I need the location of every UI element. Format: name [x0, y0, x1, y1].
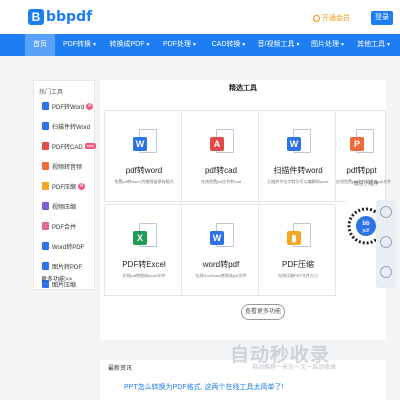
tool-name: PDF压缩: [282, 260, 314, 269]
sidebar-item-image-to-pdf[interactable]: 图片转PDF: [42, 259, 82, 273]
ppt-doc-icon: P: [350, 129, 376, 159]
compress-icon: [42, 182, 49, 190]
news-title: 最新资讯: [108, 366, 133, 372]
logo-text: bbpdf: [46, 9, 93, 25]
vip-label: 开通会员: [322, 15, 350, 22]
view-more-button[interactable]: 查看更多功能: [241, 304, 285, 320]
hot-tools-sidebar: 热门工具 PDF转Word A 扫描件转Word PDF转CAD new 视频转音频…: [33, 80, 97, 290]
tool-card-word-to-pdf[interactable]: W word转pdf 在线Doc/Docx转换成pdf文件: [181, 204, 259, 296]
hot-badge: A: [78, 182, 86, 190]
tool-name: pdf转word: [125, 166, 163, 175]
scan-icon: [42, 122, 49, 130]
tool-desc: 在线pdf转换成excel文件: [122, 273, 166, 278]
nav-item-pdf-process[interactable]: PDF处理▼: [155, 34, 205, 56]
nav-item-image[interactable]: 图片处理▼: [305, 34, 351, 56]
location-icon: [313, 14, 320, 22]
site-logo[interactable]: B bbpdf: [28, 8, 92, 26]
cad-icon: [42, 142, 49, 150]
nav-item-to-pdf[interactable]: 转换成PDF▼: [105, 34, 155, 56]
login-button[interactable]: 登录: [371, 11, 393, 25]
more-features-link[interactable]: 更多功能>>: [41, 274, 72, 283]
tool-name: pdf转cad: [204, 166, 238, 175]
merge-icon: [42, 222, 49, 230]
tool-card-pdf-to-word[interactable]: W pdf转word 免费pdf转word,完美保留原有格式: [104, 110, 182, 202]
tool-name: 扫描件转word: [273, 166, 323, 175]
word-icon: [42, 102, 49, 110]
nav-item-other[interactable]: 其他工具▼: [351, 34, 397, 56]
sidebar-item-word-to-pdf[interactable]: Word转PDF: [42, 239, 84, 253]
featured-tools-panel: 精选工具 W pdf转word 免费pdf转word,完美保留原有格式 A pd…: [100, 80, 391, 340]
tool-name: pdf转ppt: [346, 166, 377, 175]
sidebar-item-video-to-audio[interactable]: 视频转音频: [42, 159, 82, 173]
sidebar-item-pdf-to-cad[interactable]: PDF转CAD new: [42, 139, 97, 153]
nav-item-cad[interactable]: CAD转换▼: [205, 34, 253, 56]
service-icon[interactable]: [380, 206, 392, 218]
tool-name: word转pdf: [202, 260, 240, 269]
svg-text:bb: bb: [362, 221, 370, 227]
tool-card-scan-to-word[interactable]: W 扫描件转word 扫描件中文字转为可以编辑的word: [258, 110, 336, 202]
vip-link[interactable]: 开通会员: [313, 13, 350, 23]
tool-card-pdf-to-excel[interactable]: X PDF转Excel 在线pdf转换成excel文件: [104, 204, 182, 296]
tool-desc: 免费pdf转word,完美保留原有格式: [114, 179, 174, 184]
word-doc-icon: W: [210, 223, 236, 253]
sidebar-item-scan-to-word[interactable]: 扫描件转Word: [42, 119, 90, 133]
video-icon: [42, 202, 49, 210]
audio-icon: [42, 162, 49, 170]
svg-text:pdf: pdf: [363, 228, 371, 234]
nav-item-av-tools[interactable]: 音/视频工具▼: [253, 34, 305, 56]
new-badge: new: [84, 143, 97, 149]
scan-doc-icon: W: [287, 129, 313, 159]
word-doc-icon: W: [133, 129, 159, 159]
main-nav: 首页 PDF转换▼ 转换成PDF▼ PDF处理▼ CAD转换▼ 音/视频工具▼ …: [0, 34, 400, 56]
qr-label: 微信小程序: [353, 181, 379, 187]
tool-desc: 在线Doc/Docx转换成pdf文件: [195, 273, 247, 278]
word-icon: [42, 242, 49, 250]
floating-toolbar: [376, 200, 396, 288]
cad-doc-icon: A: [210, 129, 236, 159]
hot-badge: A: [86, 102, 94, 110]
zip-doc-icon: ▮: [287, 223, 313, 253]
sidebar-item-pdf-to-word[interactable]: PDF转Word A: [42, 99, 94, 113]
top-header: B bbpdf 开通会员 登录: [0, 0, 400, 34]
sidebar-item-pdf-merge[interactable]: PDF合并: [42, 219, 76, 233]
nav-item-home[interactable]: 首页: [25, 34, 55, 56]
excel-doc-icon: X: [133, 223, 159, 253]
section-title: 精选工具: [229, 85, 257, 92]
tool-name: PDF转Excel: [122, 260, 166, 269]
tool-desc: 在线免费pdf文件转cad: [200, 179, 241, 184]
tool-card-pdf-compress[interactable]: ▮ PDF压缩 在线压缩PDF文件大小: [258, 204, 336, 296]
top-icon[interactable]: [380, 266, 392, 278]
image-icon: [42, 262, 49, 270]
sidebar-item-pdf-compress[interactable]: PDF压缩 A: [42, 179, 86, 193]
news-item[interactable]: PPT怎么转换为PDF格式, 这两个在线工具太简单了!: [124, 382, 283, 392]
sidebar-item-video-compress[interactable]: 视频压缩: [42, 199, 76, 213]
tool-desc: 扫描件中文字转为可以编辑的word: [267, 179, 329, 184]
sidebar-title: 热门工具: [39, 90, 64, 96]
logo-badge: B: [28, 9, 44, 25]
tool-desc: 在线压缩PDF文件大小: [278, 273, 318, 278]
feedback-icon[interactable]: [380, 236, 392, 248]
watermark-subtext: 自动推荐一来访一次一自动收录: [252, 365, 337, 371]
tool-card-pdf-to-cad[interactable]: A pdf转cad 在线免费pdf文件转cad: [181, 110, 259, 202]
nav-item-pdf-convert[interactable]: PDF转换▼: [55, 34, 105, 56]
